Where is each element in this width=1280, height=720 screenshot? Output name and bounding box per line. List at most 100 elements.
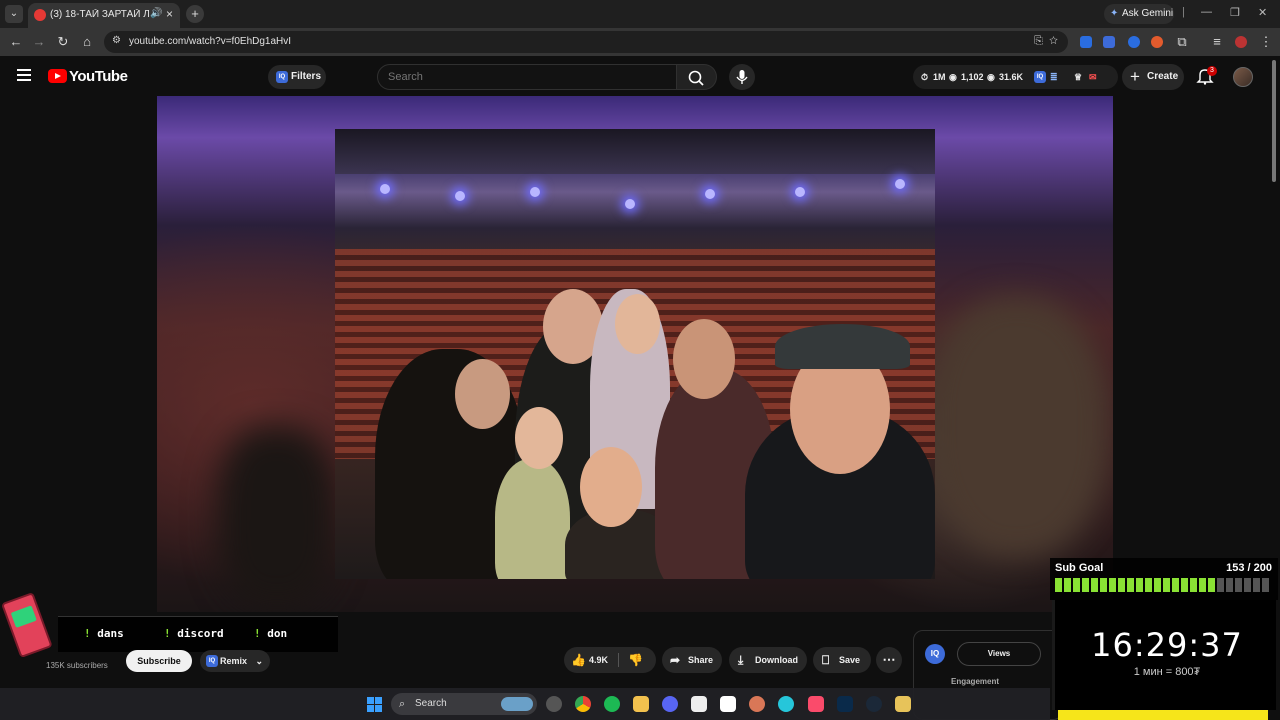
notion-icon[interactable] bbox=[720, 696, 736, 712]
share-button[interactable]: ➦ Share bbox=[662, 647, 722, 673]
eye-icon: ◉ bbox=[949, 72, 957, 82]
remix-button[interactable]: IQ Remix ⌄ bbox=[200, 650, 270, 672]
subscriber-count: 135K subscribers bbox=[46, 661, 108, 670]
extensions-puzzle-icon[interactable]: ⧉ bbox=[1174, 34, 1190, 50]
share-arrow-icon: ➦ bbox=[670, 653, 681, 667]
taskbar-search-label: Search bbox=[415, 698, 447, 709]
subscribe-button[interactable]: Subscribe bbox=[126, 650, 192, 672]
profile-avatar-icon[interactable] bbox=[1235, 36, 1247, 48]
sub-goal-label: Sub Goal bbox=[1055, 562, 1104, 574]
create-button[interactable]: + Create bbox=[1122, 64, 1184, 90]
media-control-icon[interactable]: ≡ bbox=[1209, 34, 1225, 49]
capcut-icon[interactable] bbox=[691, 696, 707, 712]
forward-icon[interactable]: → bbox=[31, 34, 47, 49]
chat-commands-bar: ! dans ! discord ! don bbox=[58, 616, 338, 652]
arcade-body bbox=[0, 592, 53, 659]
music-icon[interactable] bbox=[808, 696, 824, 712]
plus-icon: + bbox=[1130, 67, 1140, 86]
discord-icon[interactable] bbox=[662, 696, 678, 712]
extension-icon[interactable] bbox=[1151, 36, 1163, 48]
sub-goal-progress-bar bbox=[1055, 578, 1273, 592]
youtube-wordmark[interactable]: YouTube bbox=[69, 68, 128, 85]
trophy-icon[interactable]: ♕ bbox=[1074, 72, 1082, 83]
stage-light bbox=[530, 187, 540, 197]
alert-icon[interactable]: ✉ bbox=[1089, 72, 1097, 83]
extension-icon[interactable] bbox=[1128, 36, 1140, 48]
extension-icon[interactable] bbox=[1103, 36, 1115, 48]
sub-goal-segment bbox=[1226, 578, 1233, 592]
maximize-icon[interactable]: ❐ bbox=[1230, 6, 1240, 19]
more-actions-button[interactable]: ⋯ bbox=[876, 647, 902, 673]
page-scrollbar[interactable] bbox=[1272, 60, 1276, 182]
spotify-icon[interactable] bbox=[604, 696, 620, 712]
search-input[interactable] bbox=[378, 65, 676, 89]
home-icon[interactable]: ⌂ bbox=[79, 34, 95, 49]
timer-rate: 1 мин = 800₮ bbox=[1133, 666, 1201, 678]
sub-goal-segment bbox=[1118, 578, 1125, 592]
microphone-icon bbox=[736, 70, 748, 84]
browser-menu-icon[interactable]: ⋮ bbox=[1258, 34, 1274, 50]
claude-icon[interactable] bbox=[749, 696, 765, 712]
site-info-icon[interactable]: ⚙ bbox=[112, 35, 121, 46]
sub-goal-segment bbox=[1145, 578, 1152, 592]
save-button[interactable]: ⎕ Save bbox=[813, 647, 871, 673]
share-label: Share bbox=[688, 655, 714, 665]
command-dans: ! dans bbox=[84, 627, 124, 640]
sub-goal-segment bbox=[1064, 578, 1071, 592]
reload-icon[interactable]: ↻ bbox=[55, 34, 71, 50]
voice-search-button[interactable] bbox=[729, 64, 755, 90]
new-tab-button[interactable]: + bbox=[186, 5, 204, 23]
ask-gemini-button[interactable]: ✦ Ask Gemini bbox=[1104, 4, 1174, 24]
extension-icon[interactable] bbox=[1080, 36, 1092, 48]
minimize-icon[interactable]: — bbox=[1201, 6, 1212, 18]
youtube-favicon-icon bbox=[34, 9, 46, 21]
taskbar-search[interactable]: ⌕ Search bbox=[391, 693, 537, 715]
video-frame[interactable] bbox=[335, 129, 935, 579]
thumbs-up-icon[interactable]: 👍 bbox=[571, 647, 586, 673]
subs-count: 1M bbox=[933, 72, 946, 82]
address-bar[interactable]: ⚙ youtube.com/watch?v=f0EhDg1aHvI ⎘ ☆ bbox=[104, 31, 1068, 53]
speaker-icon[interactable]: 🔊 bbox=[150, 8, 162, 19]
sub-goal-segment bbox=[1154, 578, 1161, 592]
like-count[interactable]: 4.9K bbox=[589, 647, 608, 673]
account-avatar[interactable] bbox=[1233, 67, 1253, 87]
github-icon[interactable] bbox=[546, 696, 562, 712]
download-button[interactable]: ⤓ Download bbox=[729, 647, 807, 673]
stage-light bbox=[455, 191, 465, 201]
sub-goal-segment bbox=[1199, 578, 1206, 592]
copilot-icon[interactable] bbox=[778, 696, 794, 712]
browser-toolbar: ← → ↻ ⌂ ⚙ youtube.com/watch?v=f0EhDg1aHv… bbox=[0, 28, 1280, 56]
divider: | bbox=[1182, 6, 1185, 18]
countdown-timer: 16:29:37 bbox=[1091, 626, 1243, 664]
browser-tab-active[interactable]: (3) 18-ТАЙ ЗАРТАЙ ЛУЙВА 🔊 × bbox=[28, 3, 180, 28]
search-icon bbox=[688, 70, 704, 86]
sub-goal-segment bbox=[1235, 578, 1242, 592]
youtube-logo-icon[interactable] bbox=[48, 69, 67, 83]
close-tab-icon[interactable]: × bbox=[166, 7, 173, 21]
steam-icon[interactable] bbox=[866, 696, 882, 712]
chrome-icon[interactable] bbox=[575, 696, 591, 712]
eye-icon: ◉ bbox=[987, 72, 995, 82]
download-label: Download bbox=[755, 655, 798, 665]
more-icon: ⋯ bbox=[882, 652, 896, 667]
stage-light bbox=[380, 184, 390, 194]
windows-start-icon[interactable] bbox=[367, 697, 383, 713]
iq-icon[interactable]: IQ bbox=[1034, 71, 1046, 83]
browser-tab-strip: ⌄ (3) 18-ТАЙ ЗАРТАЙ ЛУЙВА 🔊 × + ✦ Ask Ge… bbox=[0, 0, 1280, 28]
file-explorer-icon[interactable] bbox=[633, 696, 649, 712]
download-icon: ⤓ bbox=[738, 653, 744, 667]
photoshop-icon[interactable] bbox=[837, 696, 853, 712]
filters-label: Filters bbox=[291, 71, 322, 82]
list-icon[interactable]: ≣ bbox=[1050, 72, 1058, 83]
bookmark-star-icon[interactable]: ⎘ ☆ bbox=[1034, 35, 1058, 48]
close-window-icon[interactable]: ✕ bbox=[1258, 6, 1267, 19]
menu-icon[interactable] bbox=[17, 69, 31, 81]
filters-button[interactable]: IQ Filters bbox=[268, 65, 326, 89]
back-icon[interactable]: ← bbox=[8, 34, 24, 49]
thumbs-down-icon[interactable]: 👎 bbox=[628, 647, 643, 673]
views-tab[interactable]: Views bbox=[957, 642, 1041, 666]
search-button[interactable] bbox=[677, 64, 717, 90]
command-discord: ! discord bbox=[164, 627, 224, 640]
tab-search-button[interactable]: ⌄ bbox=[5, 5, 23, 23]
app-icon[interactable] bbox=[895, 696, 911, 712]
